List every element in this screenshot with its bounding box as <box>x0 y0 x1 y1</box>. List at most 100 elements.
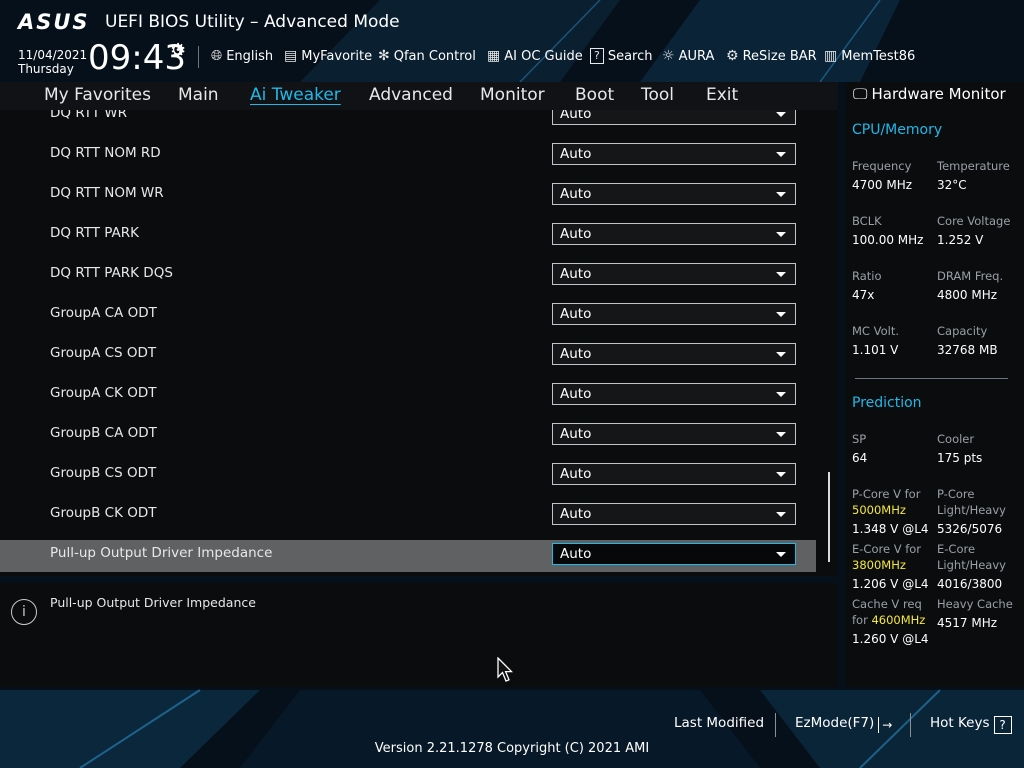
qfan-control-label: Qfan Control <box>393 48 476 64</box>
scrollbar-thumb[interactable] <box>828 472 830 562</box>
setting-dropdown[interactable]: Auto <box>552 383 796 405</box>
settings-list[interactable]: DQ RTT WR Auto DQ RTT NOM RD Auto DQ RTT… <box>0 110 838 576</box>
header: ASUS UEFI BIOS Utility – Advanced Mode 1… <box>0 0 1024 82</box>
myfavorite-icon: ▤ <box>284 48 298 64</box>
setting-dropdown[interactable]: Auto <box>552 223 796 245</box>
qfan-control-button[interactable]: ✻ Qfan Control <box>378 48 476 64</box>
exit-arrow-icon: → <box>878 717 895 733</box>
setting-row-groupa-ca-odt[interactable]: GroupA CA ODT Auto <box>0 300 816 332</box>
divider <box>775 713 776 737</box>
date-time-display[interactable]: 11/04/2021 Thursday <box>18 48 87 76</box>
cooler-value: 175 pts <box>937 451 983 465</box>
dropdown-value: Auto <box>560 110 592 122</box>
date-label: 11/04/2021 <box>18 48 88 62</box>
setting-dropdown[interactable]: Auto <box>552 143 796 165</box>
cache-v-value: 1.260 V @L4 <box>852 632 929 646</box>
setting-row-dq-rtt-wr[interactable]: DQ RTT WR Auto <box>0 110 816 132</box>
hot-keys-button[interactable]: Hot Keys? <box>930 715 1012 734</box>
chevron-down-icon <box>776 512 786 517</box>
setting-label: Pull-up Output Driver Impedance <box>50 545 273 561</box>
temperature-value: 32°C <box>937 178 967 192</box>
day-label: Thursday <box>18 62 74 76</box>
language-button[interactable]: 🌐︎ English <box>211 48 273 64</box>
chevron-down-icon <box>776 432 786 437</box>
setting-dropdown[interactable]: Auto <box>552 503 796 525</box>
setting-label: GroupA CS ODT <box>50 345 157 361</box>
setting-label: GroupB CS ODT <box>50 465 157 481</box>
ai-oc-guide-button[interactable]: ▦ AI OC Guide <box>487 48 583 64</box>
tab-main[interactable]: Main <box>178 85 219 105</box>
tab-exit[interactable]: Exit <box>706 85 738 105</box>
chevron-down-icon <box>776 352 786 357</box>
setting-row-groupb-cs-odt[interactable]: GroupB CS ODT Auto <box>0 460 816 492</box>
tab-my-favorites[interactable]: My Favorites <box>44 85 151 105</box>
tab-boot[interactable]: Boot <box>575 85 614 105</box>
tab-tool[interactable]: Tool <box>641 85 674 105</box>
setting-dropdown[interactable]: Auto <box>552 343 796 365</box>
memtest-button[interactable]: ▥ MemTest86 <box>824 48 915 64</box>
resize-bar-button[interactable]: ⚙ ReSize BAR <box>726 48 817 64</box>
setting-dropdown[interactable]: Auto <box>552 183 796 205</box>
setting-label: DQ RTT PARK DQS <box>50 265 173 281</box>
hot-keys-label: Hot Keys <box>930 715 990 731</box>
setting-row-dq-rtt-park-dqs[interactable]: DQ RTT PARK DQS Auto <box>0 260 816 292</box>
bclk-label: BCLK <box>852 214 882 228</box>
heavy-cache-value: 4517 MHz <box>937 616 998 630</box>
setting-dropdown[interactable]: Auto <box>552 110 796 125</box>
hardware-monitor-title: 🖵︎ Hardware Monitor <box>853 85 1006 103</box>
asus-logo: ASUS <box>18 10 90 34</box>
dropdown-value: Auto <box>560 386 592 402</box>
section-prediction: Prediction <box>852 395 922 411</box>
pcore-v-label-text: P-Core V for <box>852 487 921 501</box>
ecore-v-freq: 3800MHz <box>852 558 906 572</box>
setting-dropdown[interactable]: Auto <box>552 423 796 445</box>
myfavorite-button[interactable]: ▤ MyFavorite <box>284 48 372 64</box>
setting-row-pull-up-output-driver-impedance[interactable]: Pull-up Output Driver Impedance Auto <box>0 540 816 572</box>
hardware-monitor-title-label: Hardware Monitor <box>871 85 1006 103</box>
fan-icon: ✻ <box>378 48 390 64</box>
globe-icon: 🌐︎ <box>211 48 223 64</box>
ecore-lh-label: E-Core Light/Heavy <box>937 542 1006 572</box>
dram-freq-label: DRAM Freq. <box>937 269 1004 283</box>
chevron-down-icon <box>776 192 786 197</box>
aura-button[interactable]: ☼ AURA <box>662 48 714 64</box>
setting-dropdown[interactable]: Auto <box>552 263 796 285</box>
setting-row-groupa-ck-odt[interactable]: GroupA CK ODT Auto <box>0 380 816 412</box>
dram-freq-value: 4800 MHz <box>937 288 998 302</box>
last-modified-button[interactable]: Last Modified <box>674 715 764 731</box>
setting-row-groupb-ck-odt[interactable]: GroupB CK ODT Auto <box>0 500 816 532</box>
ratio-value: 47x <box>852 288 875 302</box>
temperature-label: Temperature <box>937 159 1010 173</box>
gear-icon[interactable]: ⚙ <box>170 40 186 61</box>
setting-dropdown[interactable]: Auto <box>552 303 796 325</box>
frequency-label: Frequency <box>852 159 912 173</box>
setting-row-groupa-cs-odt[interactable]: GroupA CS ODT Auto <box>0 340 816 372</box>
setting-row-dq-rtt-nom-wr[interactable]: DQ RTT NOM WR Auto <box>0 180 816 212</box>
tab-advanced[interactable]: Advanced <box>369 85 453 105</box>
setting-row-groupb-ca-odt[interactable]: GroupB CA ODT Auto <box>0 420 816 452</box>
ratio-label: Ratio <box>852 269 882 283</box>
heavy-cache-label: Heavy Cache <box>937 597 1013 611</box>
memtest-label: MemTest86 <box>841 48 916 64</box>
tab-ai-tweaker[interactable]: Ai Tweaker <box>250 85 341 105</box>
search-button[interactable]: ? Search <box>590 48 653 64</box>
footer: Last Modified EzMode(F7) → Hot Keys? <box>0 705 1024 745</box>
chevron-down-icon <box>776 552 786 557</box>
setting-label: DQ RTT NOM WR <box>50 185 164 201</box>
ecore-v-label: E-Core V for 3800MHz <box>852 541 932 573</box>
ezmode-button[interactable]: EzMode(F7) → <box>795 715 895 733</box>
ezmode-label: EzMode(F7) <box>795 715 875 731</box>
setting-label: GroupB CK ODT <box>50 505 157 521</box>
search-label: Search <box>607 48 653 64</box>
main-menu: My Favorites Main Ai Tweaker Advanced Mo… <box>0 82 838 110</box>
mc-volt-value: 1.101 V <box>852 343 899 357</box>
tab-monitor[interactable]: Monitor <box>480 85 545 105</box>
setting-row-dq-rtt-park[interactable]: DQ RTT PARK Auto <box>0 220 816 252</box>
cache-v-freq: 4600MHz <box>871 613 926 627</box>
frequency-value: 4700 MHz <box>852 178 913 192</box>
setting-dropdown[interactable]: Auto <box>552 543 796 565</box>
ecore-v-value: 1.206 V @L4 <box>852 577 929 591</box>
setting-label: DQ RTT PARK <box>50 225 140 241</box>
setting-dropdown[interactable]: Auto <box>552 463 796 485</box>
setting-row-dq-rtt-nom-rd[interactable]: DQ RTT NOM RD Auto <box>0 140 816 172</box>
